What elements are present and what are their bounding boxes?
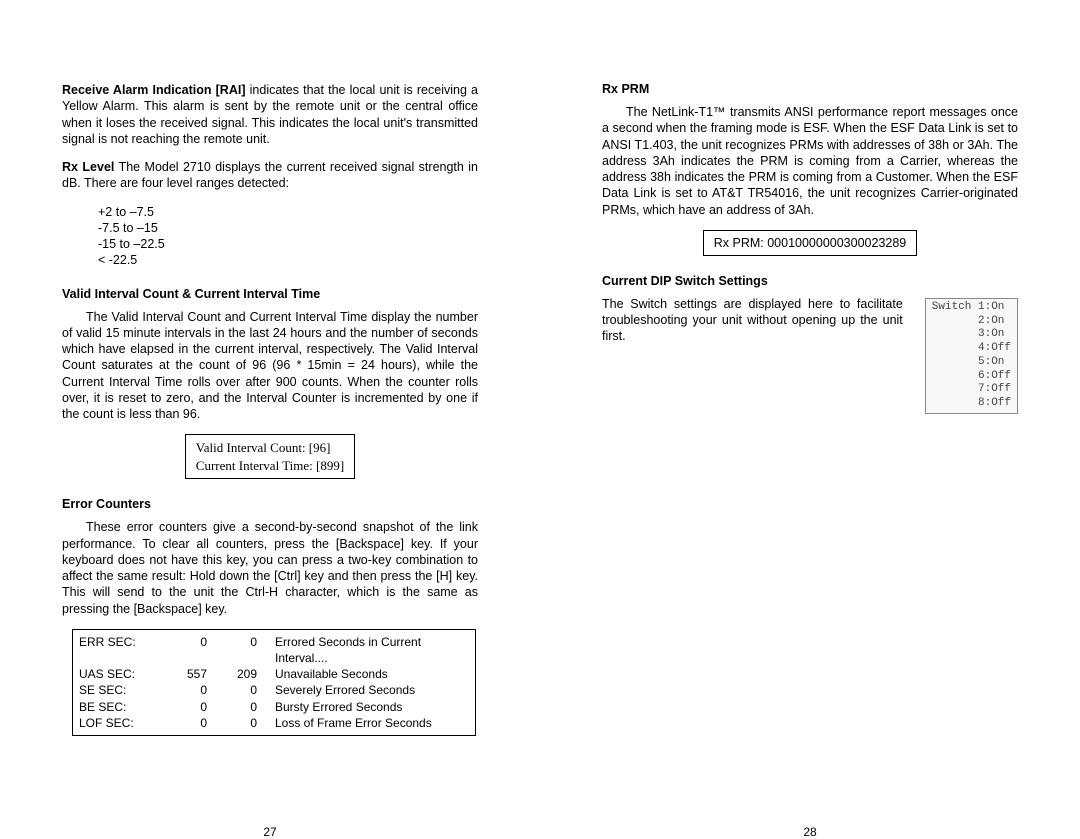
table-row: BE SEC: 0 0 Bursty Errored Seconds bbox=[79, 699, 469, 715]
table-row: LOF SEC: 0 0 Loss of Frame Error Seconds bbox=[79, 715, 469, 731]
heading-dip-switch: Current DIP Switch Settings bbox=[602, 274, 1018, 288]
page-number-right: 28 bbox=[602, 825, 1018, 839]
page-left: Receive Alarm Indication [RAI] indicates… bbox=[0, 82, 540, 834]
current-interval-time: Current Interval Time: [899] bbox=[196, 457, 344, 475]
table-row: UAS SEC: 557 209 Unavailable Seconds bbox=[79, 666, 469, 682]
rx-prm-box: Rx PRM: 00010000000300023289 bbox=[703, 230, 918, 256]
runin-rai: Receive Alarm Indication [RAI] bbox=[62, 83, 246, 97]
para-error-counters: These error counters give a second-by-se… bbox=[62, 519, 478, 617]
para-dip-switch: The Switch settings are displayed here t… bbox=[602, 296, 903, 345]
dip-switch-display: Switch 1:On 2:On 3:On 4:Off 5:On 6:Off 7… bbox=[925, 298, 1018, 414]
heading-error-counters: Error Counters bbox=[62, 497, 478, 511]
level-range: +2 to –7.5 bbox=[98, 204, 478, 220]
error-counter-table: ERR SEC: 0 0 Errored Seconds in Current … bbox=[72, 629, 476, 736]
dip-row: The Switch settings are displayed here t… bbox=[602, 296, 1018, 414]
page-number-left: 27 bbox=[62, 825, 478, 839]
rx-level-ranges: +2 to –7.5 -7.5 to –15 -15 to –22.5 < -2… bbox=[98, 204, 478, 269]
interval-box: Valid Interval Count: [96] Current Inter… bbox=[185, 434, 355, 479]
heading-rx-prm: Rx PRM bbox=[602, 82, 1018, 96]
runin-rxlevel: Rx Level bbox=[62, 160, 114, 174]
table-row: SE SEC: 0 0 Severely Errored Seconds bbox=[79, 682, 469, 698]
para-rx-prm: The NetLink-T1™ transmits ANSI performan… bbox=[602, 104, 1018, 218]
page-right: Rx PRM The NetLink-T1™ transmits ANSI pe… bbox=[540, 82, 1080, 834]
para-valid-interval: The Valid Interval Count and Current Int… bbox=[62, 309, 478, 423]
level-range: < -22.5 bbox=[98, 252, 478, 268]
level-range: -15 to –22.5 bbox=[98, 236, 478, 252]
valid-interval-count: Valid Interval Count: [96] bbox=[196, 439, 344, 457]
para-rai: Receive Alarm Indication [RAI] indicates… bbox=[62, 82, 478, 147]
para-rxlevel: Rx Level The Model 2710 displays the cur… bbox=[62, 159, 478, 192]
heading-valid-interval: Valid Interval Count & Current Interval … bbox=[62, 287, 478, 301]
table-row: ERR SEC: 0 0 Errored Seconds in Current … bbox=[79, 634, 469, 666]
text-rxlevel: The Model 2710 displays the current rece… bbox=[62, 160, 478, 190]
level-range: -7.5 to –15 bbox=[98, 220, 478, 236]
